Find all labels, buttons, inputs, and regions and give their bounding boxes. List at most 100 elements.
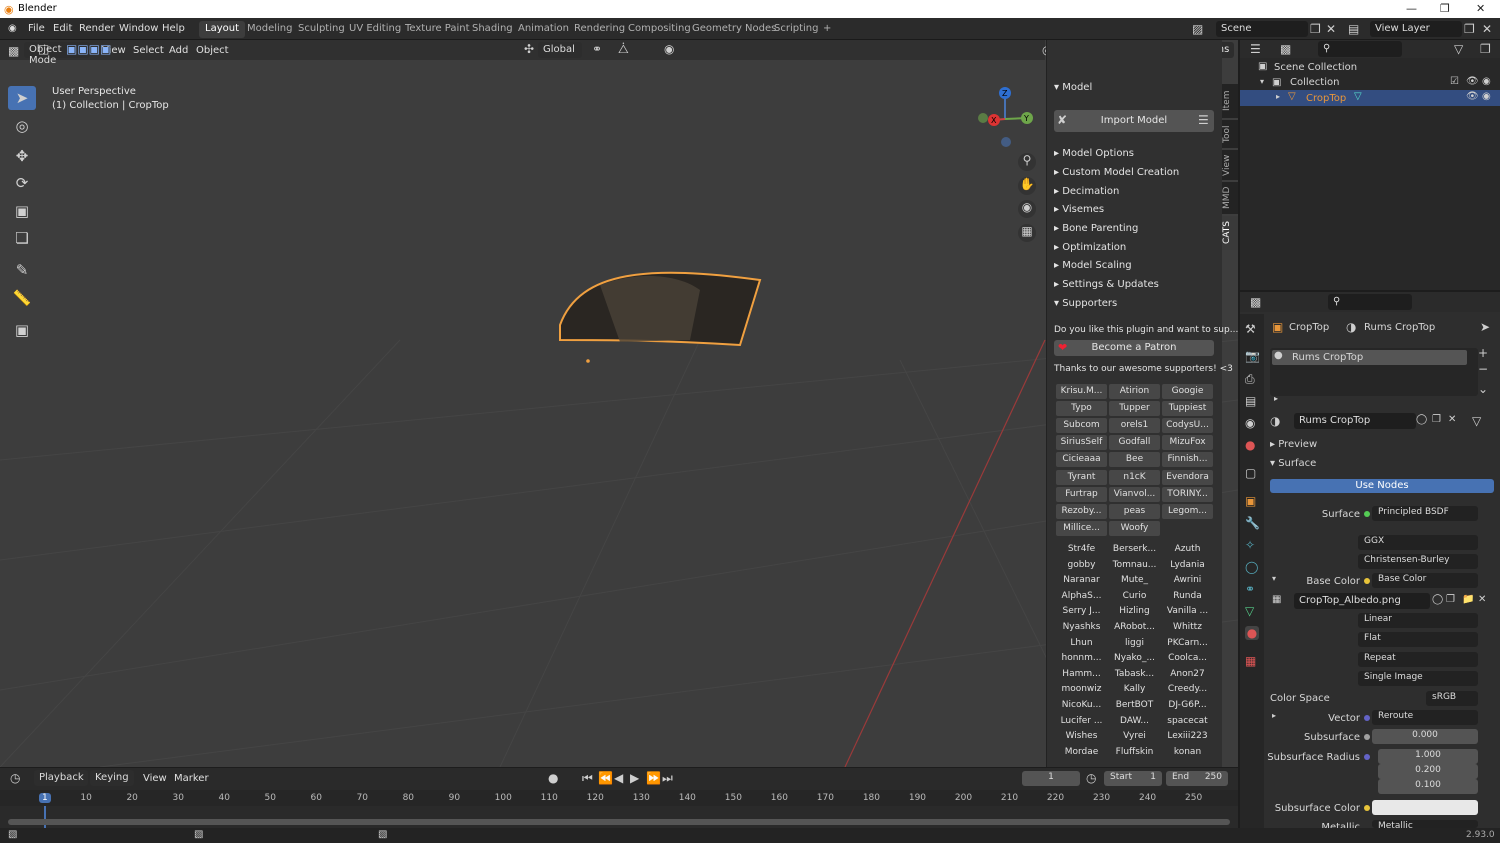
record-icon[interactable]: ● [548, 771, 558, 785]
supporter-button[interactable]: Cicieaaa [1056, 452, 1107, 468]
supporter-name[interactable]: Awrini [1162, 573, 1213, 588]
supporter-name[interactable]: Lhun [1056, 636, 1107, 651]
add-workspace-icon[interactable]: + [817, 21, 837, 38]
supporter-name[interactable]: ARobot... [1109, 620, 1160, 635]
pan-icon[interactable]: ✋ [1018, 177, 1036, 195]
supporter-name[interactable]: Hamm... [1056, 667, 1107, 682]
supporter-name[interactable]: Nyako_... [1109, 651, 1160, 666]
supporter-name[interactable]: PKCarn... [1162, 636, 1213, 651]
subsurface-value[interactable]: 0.000 [1372, 729, 1478, 744]
select-tool-icon[interactable]: ➤ [8, 86, 36, 110]
play-icon[interactable]: ▶ [630, 771, 639, 785]
interpolation-dropdown[interactable]: Linear [1358, 613, 1478, 628]
scene-tab-icon[interactable]: ◉ [1245, 416, 1255, 430]
editor-type-icon[interactable]: ▩ [8, 44, 19, 58]
supporter-button[interactable]: Tyrant [1056, 469, 1107, 485]
timeline-editor-icon[interactable]: ◷ [10, 771, 20, 785]
timeline-menu-marker[interactable]: Marker [174, 773, 209, 784]
physics-tab-icon[interactable]: ◯ [1245, 560, 1258, 574]
jump-start-icon[interactable]: ⏮ [582, 771, 593, 786]
supporter-button[interactable]: MizuFox [1162, 435, 1213, 451]
supporter-name[interactable]: AlphaS... [1056, 589, 1107, 604]
supporter-button[interactable]: TORINY... [1162, 486, 1213, 502]
supporter-name[interactable]: Lexiii223 [1162, 729, 1213, 744]
supporter-name[interactable]: DAW... [1109, 714, 1160, 729]
supporter-name[interactable]: BertBOT [1109, 698, 1160, 713]
tab-uv-editing[interactable]: UV Editing [343, 21, 407, 38]
supporter-button[interactable]: SiriusSelf [1056, 435, 1107, 451]
supporter-name[interactable]: Fluffskin [1109, 745, 1160, 760]
vp-menu-select[interactable]: Select [133, 45, 164, 56]
data-tab-icon[interactable]: ▽ [1245, 604, 1254, 618]
collection-label[interactable]: Collection [1290, 77, 1339, 88]
tab-texture-paint[interactable]: Texture Paint [399, 21, 476, 38]
supporter-name[interactable]: Vyrei [1109, 729, 1160, 744]
supporter-name[interactable]: moonwiz [1056, 682, 1107, 697]
extension-dropdown[interactable]: Repeat [1358, 652, 1478, 667]
supporter-name[interactable]: Azuth [1162, 542, 1213, 557]
section-model-options[interactable]: ▸ Model Options [1054, 148, 1134, 159]
timeline-scrollbar[interactable] [8, 819, 1230, 825]
image-browse-icon[interactable]: ▦ [1272, 594, 1281, 605]
tab-view[interactable]: View [1222, 150, 1238, 180]
material-browse-icon[interactable]: ◑ [1270, 414, 1280, 428]
supporter-button[interactable]: Vianvol... [1109, 486, 1160, 502]
supporter-name[interactable]: Berserk... [1109, 542, 1160, 557]
supporter-button[interactable]: peas [1109, 503, 1160, 519]
supporter-button[interactable]: Legom... [1162, 503, 1213, 519]
tab-shading[interactable]: Shading [466, 21, 519, 38]
supporter-name[interactable]: Nyashks [1056, 620, 1107, 635]
slot-expand-icon[interactable]: ▸ [1274, 394, 1278, 403]
image-new-icon[interactable]: ❐ [1446, 594, 1455, 605]
image-fake-user-icon[interactable]: ◯ [1432, 594, 1443, 605]
texture-tab-icon[interactable]: ▦ [1245, 654, 1256, 668]
supporter-name[interactable]: Hizling [1109, 604, 1160, 619]
import-model-button[interactable]: Import Model [1054, 110, 1214, 132]
supporter-button[interactable]: Atirion [1109, 384, 1160, 399]
playback-menu[interactable]: Playback [34, 770, 88, 786]
output-tab-icon[interactable]: ⎙ [1245, 372, 1255, 387]
prev-keyframe-icon[interactable]: ⏪ [598, 771, 613, 785]
image-name-field[interactable]: CropTop_Albedo.png [1294, 593, 1430, 609]
object-tab-icon[interactable]: ▣ [1245, 494, 1256, 508]
props-editor-icon[interactable]: ▩ [1250, 295, 1261, 309]
supporter-name[interactable]: Serry J... [1056, 604, 1107, 619]
croptop-camera-icon[interactable]: ◉ [1482, 91, 1491, 102]
supporter-name[interactable]: Lydania [1162, 558, 1213, 573]
supporter-button[interactable]: Millice... [1056, 520, 1107, 536]
selection-mode-icons[interactable]: ▣▣▣▣ [66, 42, 111, 56]
add-slot-icon[interactable]: + [1478, 346, 1488, 360]
supporter-name[interactable]: Str4fe [1056, 542, 1107, 557]
supporter-button[interactable]: Finnish... [1162, 452, 1213, 468]
surface-shader-field[interactable]: Principled BSDF [1372, 506, 1478, 521]
supporter-name[interactable]: gobby [1056, 558, 1107, 573]
section-optimization[interactable]: ▸ Optimization [1054, 242, 1126, 253]
supporter-button[interactable]: Krisu.M... [1056, 384, 1107, 399]
tab-animation[interactable]: Animation [512, 21, 575, 38]
annotate-tool-icon[interactable]: ✎ [8, 258, 36, 282]
supporter-name[interactable]: Tabask... [1109, 667, 1160, 682]
end-frame-field[interactable]: End 250 [1166, 771, 1228, 786]
particles-tab-icon[interactable]: ✧ [1245, 538, 1255, 552]
orientation-icon[interactable]: ✣ [524, 42, 534, 56]
unlink-material-icon[interactable]: ✕ [1448, 414, 1456, 425]
supporter-button[interactable]: Bee [1109, 452, 1160, 468]
start-frame-field[interactable]: Start 1 [1104, 771, 1162, 786]
section-supporters[interactable]: ▾ Supporters [1054, 298, 1117, 309]
scene-field[interactable]: Scene [1216, 21, 1308, 37]
supporter-name[interactable]: Coolca... [1162, 651, 1213, 666]
supporter-name[interactable]: NicoKu... [1056, 698, 1107, 713]
slot-menu-icon[interactable]: ⌄ [1478, 382, 1488, 396]
menu-edit[interactable]: Edit [53, 23, 72, 34]
clock-icon[interactable]: ◷ [1086, 771, 1096, 785]
supporter-button[interactable]: n1cK [1109, 469, 1160, 485]
section-bone-parenting[interactable]: ▸ Bone Parenting [1054, 223, 1138, 234]
section-model-scaling[interactable]: ▸ Model Scaling [1054, 260, 1132, 271]
navigation-gizmo[interactable]: Z Y X [970, 84, 1040, 154]
surface-panel-header[interactable]: ▾ Surface [1270, 458, 1316, 469]
props-search[interactable]: ⚲ [1328, 294, 1412, 310]
supporter-button[interactable]: CodysU... [1162, 418, 1213, 434]
croptop-eye-icon[interactable]: 👁 [1466, 91, 1479, 102]
metallic-field[interactable]: Metallic [1372, 820, 1478, 828]
collection-checkbox[interactable]: ☑ [1450, 76, 1459, 87]
